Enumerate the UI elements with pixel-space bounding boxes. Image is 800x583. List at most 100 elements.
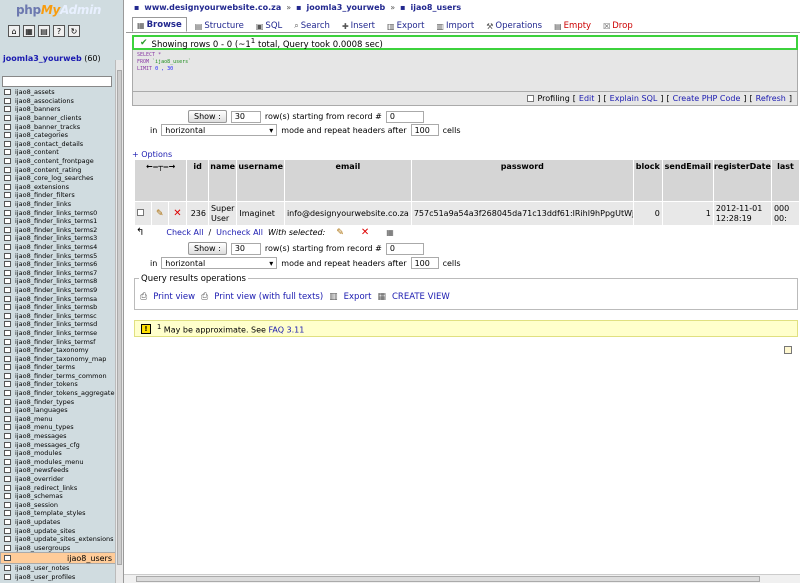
table-icon[interactable]: [4, 501, 11, 508]
tab-search[interactable]: ⌕ Search: [290, 19, 334, 32]
table-icon[interactable]: [4, 467, 11, 474]
table-name[interactable]: ijao8_banners: [15, 105, 60, 113]
table-list-item[interactable]: ijao8_content_rating: [0, 165, 123, 174]
table-list-item[interactable]: ijao8_finder_links_terms3: [0, 234, 123, 243]
table-icon[interactable]: [4, 321, 11, 328]
table-name[interactable]: ijao8_finder_links_terms1: [15, 217, 97, 225]
table-icon[interactable]: [4, 565, 11, 572]
table-icon[interactable]: [4, 433, 11, 440]
tab-import[interactable]: ▥ Import: [432, 19, 478, 32]
table-name[interactable]: ijao8_finder_links_terms6: [15, 260, 97, 268]
table-list-item[interactable]: ijao8_finder_taxonomy: [0, 346, 123, 355]
table-list-item[interactable]: ijao8_finder_tokens: [0, 380, 123, 389]
table-list-item[interactable]: ijao8_languages: [0, 406, 123, 415]
table-name[interactable]: ijao8_finder_terms: [15, 363, 75, 371]
table-icon[interactable]: [4, 458, 11, 465]
column-header[interactable]: last: [770, 159, 800, 202]
table-name[interactable]: ijao8_finder_tokens: [15, 380, 78, 388]
sql-docs-icon[interactable]: ▤: [38, 25, 50, 37]
table-name[interactable]: ijao8_finder_links_termsb: [15, 303, 97, 311]
table-icon[interactable]: [4, 484, 11, 491]
breadcrumb-database[interactable]: joomla3_yourweb: [307, 3, 386, 16]
table-icon[interactable]: [4, 243, 11, 250]
tab-sql[interactable]: ▣ SQL: [252, 19, 286, 32]
table-name[interactable]: ijao8_finder_links_terms5: [15, 252, 97, 260]
column-header[interactable]: sendEmail: [661, 159, 714, 202]
table-name[interactable]: ijao8_extensions: [15, 183, 69, 191]
table-list-item[interactable]: ijao8_messages_cfg: [0, 440, 123, 449]
table-icon[interactable]: [4, 166, 11, 173]
tab-operations[interactable]: ⚒ Operations: [482, 19, 546, 32]
table-list-item[interactable]: ijao8_template_styles: [0, 509, 123, 518]
rows-input[interactable]: 30: [230, 110, 261, 123]
table-name[interactable]: ijao8_update_sites: [15, 527, 75, 535]
table-icon[interactable]: [4, 132, 11, 139]
mode-select[interactable]: horizontal ▾: [161, 124, 278, 136]
table-name[interactable]: ijao8_newsfeeds: [15, 466, 69, 474]
table-list-item[interactable]: ijao8_finder_links_terms8: [0, 277, 123, 286]
table-list-item[interactable]: ijao8_updates: [0, 518, 123, 527]
table-filter-input[interactable]: [2, 76, 112, 87]
table-icon[interactable]: [4, 158, 11, 165]
breadcrumb-table[interactable]: ijao8_users: [411, 3, 462, 16]
table-name[interactable]: ijao8_finder_tokens_aggregate: [15, 389, 114, 397]
table-icon[interactable]: [4, 510, 11, 517]
table-icon[interactable]: [4, 390, 11, 397]
table-name[interactable]: ijao8_update_sites_extensions: [15, 535, 114, 543]
rows-input-bottom[interactable]: 30: [230, 242, 261, 255]
table-icon[interactable]: [4, 329, 11, 336]
table-list-item[interactable]: ijao8_extensions: [0, 183, 123, 192]
table-list-item[interactable]: ijao8_banners: [0, 105, 123, 114]
table-icon[interactable]: [4, 115, 11, 122]
column-header[interactable]: id: [186, 159, 209, 202]
table-list-item[interactable]: ijao8_finder_links_termsd: [0, 320, 123, 329]
check-all-link[interactable]: Check All: [166, 228, 203, 237]
table-icon[interactable]: [4, 476, 11, 483]
table-icon[interactable]: [4, 398, 11, 405]
table-list-item[interactable]: ijao8_modules_menu: [0, 458, 123, 467]
table-list-item[interactable]: ijao8_finder_links_termsf: [0, 337, 123, 346]
table-icon[interactable]: [4, 312, 11, 319]
table-icon[interactable]: [4, 304, 11, 311]
table-name[interactable]: ijao8_finder_links_terms4: [15, 243, 97, 251]
table-list-item[interactable]: ijao8_finder_filters: [0, 191, 123, 200]
table-icon[interactable]: [4, 140, 11, 147]
table-name[interactable]: ijao8_finder_links_terms8: [15, 277, 97, 285]
print-view-full-link[interactable]: Print view (with full texts): [214, 292, 323, 302]
table-icon[interactable]: [4, 106, 11, 113]
table-name[interactable]: ijao8_usergroups: [15, 544, 70, 552]
table-icon[interactable]: [4, 347, 11, 354]
table-list-item[interactable]: ijao8_user_profiles: [0, 573, 123, 582]
table-list-item[interactable]: ijao8_core_log_searches: [0, 174, 123, 183]
table-list-item[interactable]: ijao8_menu: [0, 415, 123, 424]
tab-structure[interactable]: ▤ Structure: [191, 19, 248, 32]
table-list-item[interactable]: ijao8_usergroups: [0, 543, 123, 552]
table-name[interactable]: ijao8_finder_links: [15, 200, 71, 208]
table-icon[interactable]: [4, 183, 11, 190]
options-link[interactable]: + Options: [132, 150, 172, 159]
table-icon[interactable]: [4, 407, 11, 414]
table-name[interactable]: ijao8_finder_links_termsc: [15, 312, 97, 320]
column-header[interactable]: registerDate: [712, 159, 772, 202]
table-list-item[interactable]: ijao8_banner_clients: [0, 114, 123, 123]
row-checkbox[interactable]: [137, 209, 144, 216]
table-icon[interactable]: [4, 355, 11, 362]
table-list-item[interactable]: ijao8_finder_links_terms7: [0, 268, 123, 277]
delete-icon[interactable]: ✕: [173, 208, 181, 219]
table-icon[interactable]: [4, 175, 11, 182]
table-list-item[interactable]: ijao8_user_notes: [0, 564, 123, 573]
table-icon[interactable]: [4, 226, 11, 233]
table-list-item[interactable]: ijao8_finder_links_terms1: [0, 217, 123, 226]
tab-insert[interactable]: ✚ Insert: [338, 19, 379, 32]
table-name[interactable]: ijao8_banner_clients: [15, 114, 81, 122]
show-button-bottom[interactable]: Show :: [188, 242, 227, 255]
table-list-item[interactable]: ijao8_finder_links_termsc: [0, 311, 123, 320]
table-icon[interactable]: [4, 269, 11, 276]
table-name[interactable]: ijao8_user_profiles: [15, 573, 75, 581]
table-list-item[interactable]: ijao8_banner_tracks: [0, 122, 123, 131]
profiling-checkbox[interactable]: [527, 95, 535, 102]
table-icon[interactable]: [4, 364, 11, 371]
table-list-item[interactable]: ijao8_messages: [0, 432, 123, 441]
table-name[interactable]: ijao8_finder_filters: [15, 191, 75, 199]
tab-empty[interactable]: ▤ Empty: [550, 19, 595, 32]
